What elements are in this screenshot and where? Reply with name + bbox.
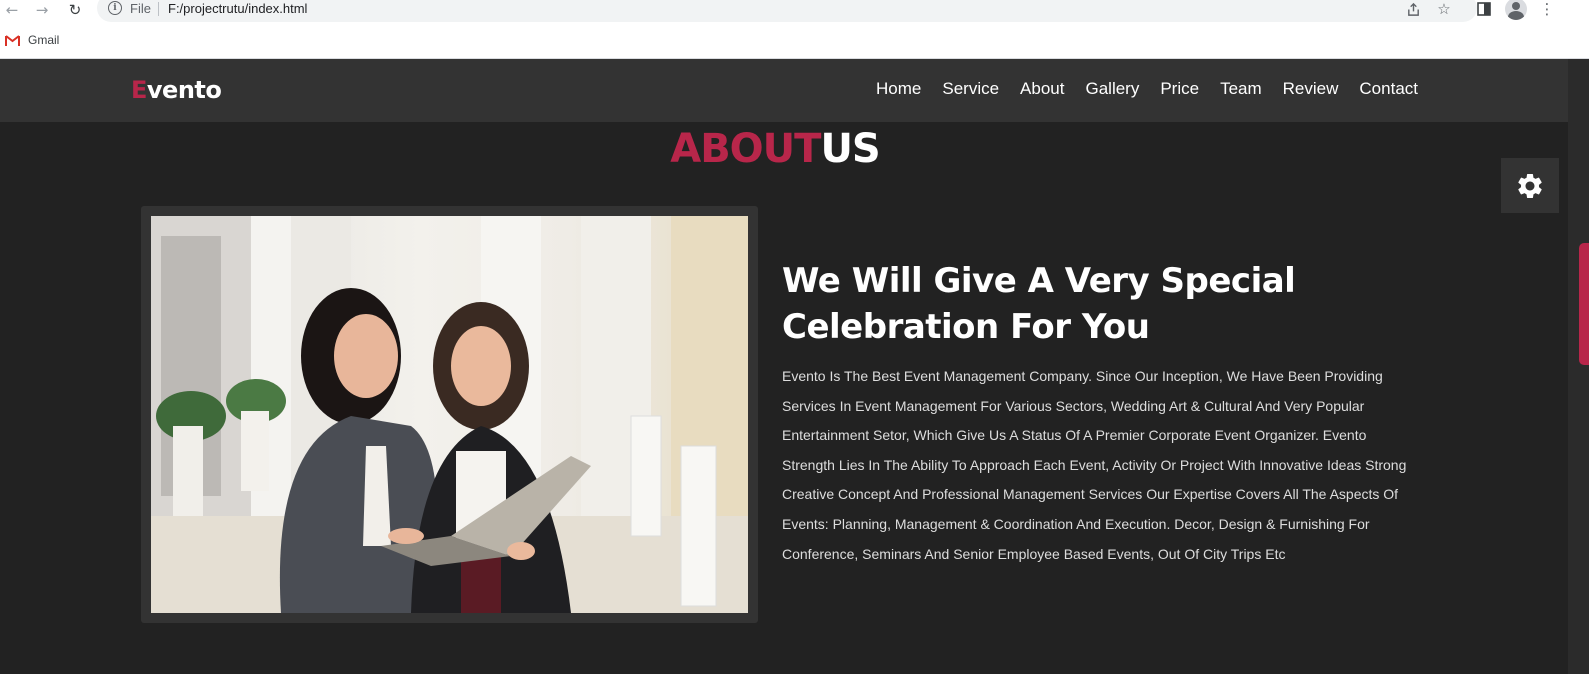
main-nav: Home Service About Gallery Price Team Re… [876,79,1418,99]
nav-about[interactable]: About [1020,79,1064,99]
page-content: Evento Home Service About Gallery Price … [0,59,1568,674]
star-icon[interactable]: ☆ [1435,0,1453,18]
nav-review[interactable]: Review [1283,79,1339,99]
reload-icon[interactable]: ↻ [65,0,85,20]
about-paragraph: Evento Is The Best Event Management Comp… [782,368,1407,562]
side-panel-icon[interactable] [1475,0,1493,18]
gear-icon [1518,173,1542,198]
site-logo[interactable]: Evento [131,76,222,104]
browser-toolbar: ← → ↻ i File F:/projectrutu/index.html ☆… [0,0,1589,23]
menu-dots-icon[interactable]: ⋮ [1538,0,1556,18]
about-photo [151,216,748,613]
nav-price[interactable]: Price [1160,79,1199,99]
gmail-icon [5,35,20,46]
about-image-frame [141,206,758,623]
photo-illustration [151,216,748,613]
nav-service[interactable]: Service [942,79,999,99]
file-label: File [130,1,151,16]
address-separator [158,2,159,16]
page-scrollbar[interactable] [1568,59,1589,674]
site-header: Evento Home Service About Gallery Price … [0,59,1568,122]
info-icon[interactable]: i [108,1,122,15]
forward-arrow-icon[interactable]: → [32,0,52,20]
nav-contact[interactable]: Contact [1359,79,1418,99]
section-title: ABOUTUS [670,126,881,172]
profile-icon[interactable] [1505,0,1527,20]
settings-toggle-button[interactable] [1501,158,1559,213]
bookmark-gmail[interactable]: Gmail [28,33,59,47]
nav-gallery[interactable]: Gallery [1085,79,1139,99]
back-arrow-icon[interactable]: ← [2,0,22,20]
url-text[interactable]: F:/projectrutu/index.html [168,1,307,16]
nav-home[interactable]: Home [876,79,921,99]
nav-team[interactable]: Team [1220,79,1262,99]
scrollbar-thumb[interactable] [1579,243,1589,365]
bookmarks-bar: Gmail [0,23,1589,59]
share-icon[interactable] [1404,0,1422,18]
about-heading: We Will Give A Very Special Celebration … [782,261,1296,347]
